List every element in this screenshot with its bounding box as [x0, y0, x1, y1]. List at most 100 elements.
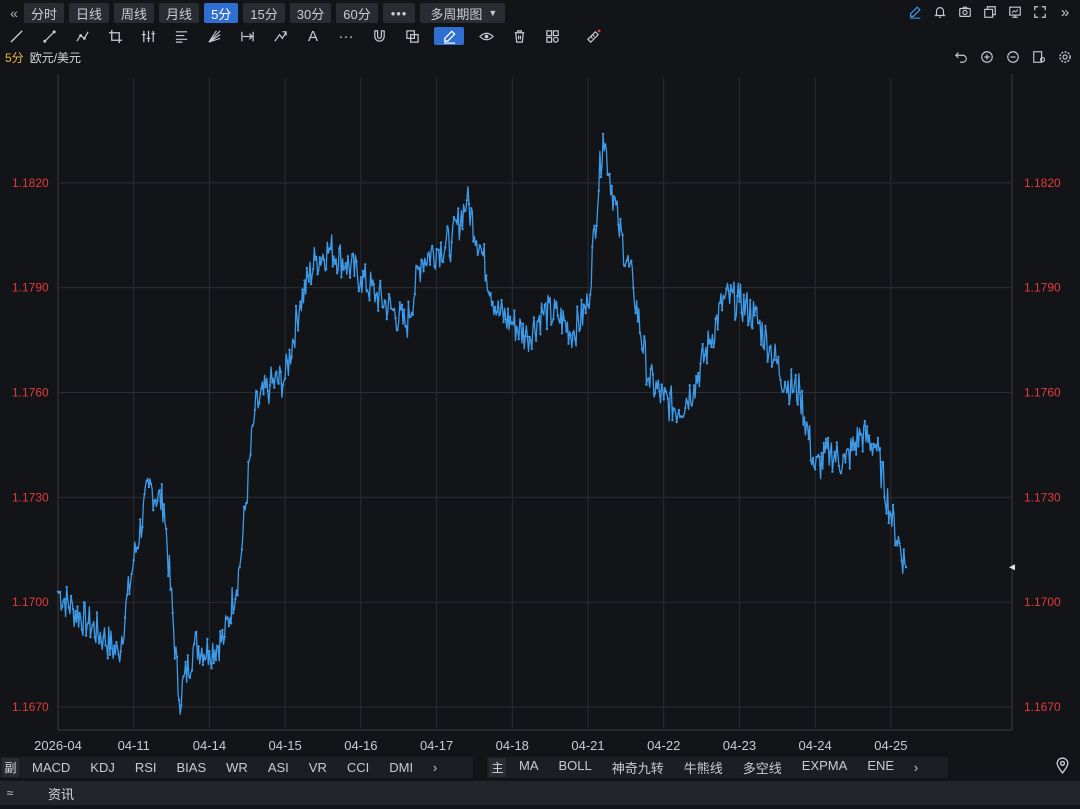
period-button-6[interactable]: 30分 — [289, 3, 332, 23]
trend-arrow-icon[interactable] — [269, 27, 291, 45]
sub-indicator-3[interactable]: BIAS — [177, 760, 207, 775]
price-point — [889, 513, 893, 516]
sub-indicator-6[interactable]: VR — [309, 760, 327, 775]
period-button-1[interactable]: 日线 — [69, 3, 110, 23]
price-point — [493, 305, 497, 309]
price-point — [121, 642, 125, 645]
magnet-icon[interactable] — [368, 27, 390, 45]
price-point — [690, 404, 693, 407]
copy-window-icon[interactable] — [981, 3, 999, 21]
layers-icon[interactable] — [401, 27, 423, 45]
main-indicator-2[interactable]: 神奇九转 — [612, 758, 664, 777]
price-point — [141, 526, 144, 529]
period-button-5[interactable]: 15分 — [243, 3, 285, 23]
price-point — [426, 253, 430, 256]
eye-icon[interactable] — [475, 27, 497, 45]
more-periods-button[interactable]: ••• — [382, 3, 416, 23]
price-point — [240, 548, 244, 551]
sub-next-arrow-icon[interactable]: › — [424, 760, 446, 775]
price-point — [446, 225, 449, 228]
ruler-icon[interactable] — [582, 27, 604, 45]
sub-indicator-1[interactable]: KDJ — [90, 760, 115, 775]
zoom-out-icon[interactable] — [1004, 48, 1022, 66]
ray-tool-icon[interactable] — [38, 27, 60, 45]
price-point — [742, 293, 745, 296]
price-point — [104, 644, 107, 647]
chart-settings-icon[interactable] — [1030, 48, 1048, 66]
text-tool-icon[interactable]: A — [302, 27, 324, 45]
grid-settings-icon[interactable] — [541, 27, 563, 45]
main-indicator-5[interactable]: EXPMA — [802, 758, 848, 777]
price-point — [400, 303, 404, 306]
sub-indicator-7[interactable]: CCI — [347, 760, 369, 775]
fibonacci-tool-icon[interactable] — [170, 27, 192, 45]
sub-indicator-2[interactable]: RSI — [135, 760, 157, 775]
sub-indicator-0[interactable]: MACD — [32, 760, 70, 775]
price-point — [316, 273, 319, 276]
pencil-icon[interactable] — [906, 3, 924, 21]
multi-period-label: 多周期图 — [430, 6, 483, 22]
sub-indicator-8[interactable]: DMI — [389, 760, 413, 775]
multi-period-dropdown[interactable]: 多周期图 ▼ — [420, 3, 506, 23]
period-button-0[interactable]: 分时 — [24, 3, 65, 23]
period-button-7[interactable]: 60分 — [336, 3, 378, 23]
fan-tool-icon[interactable] — [203, 27, 225, 45]
measure-range-icon[interactable] — [236, 27, 258, 45]
price-point — [891, 503, 895, 507]
price-point — [606, 173, 609, 176]
price-point — [673, 408, 676, 411]
period-button-2[interactable]: 周线 — [114, 3, 155, 23]
monitor-icon[interactable] — [1006, 3, 1024, 21]
main-indicator-6[interactable]: ENE — [867, 758, 894, 777]
price-point — [249, 453, 252, 457]
x-tick-label-5: 04-17 — [420, 738, 453, 753]
line-tool-icon[interactable] — [5, 27, 27, 45]
price-point — [454, 219, 458, 222]
price-point — [467, 202, 471, 206]
expand-panel-icon[interactable]: ≈ — [0, 786, 20, 800]
collapse-left-icon[interactable]: « — [4, 5, 24, 21]
gear-icon[interactable] — [1056, 48, 1074, 66]
price-point — [560, 332, 564, 335]
camera-icon[interactable] — [956, 3, 974, 21]
price-point — [331, 265, 334, 268]
trash-icon[interactable] — [508, 27, 530, 45]
crop-tool-icon[interactable] — [104, 27, 126, 45]
expand-right-icon[interactable]: » — [1056, 3, 1074, 21]
bell-icon[interactable] — [931, 3, 949, 21]
price-point — [65, 585, 68, 589]
sub-indicator-5[interactable]: ASI — [268, 760, 289, 775]
main-indicator-0[interactable]: MA — [519, 758, 539, 777]
more-tools-icon[interactable]: ··· — [335, 27, 357, 45]
location-pin-icon[interactable] — [1054, 757, 1072, 775]
price-point — [203, 658, 207, 661]
fullscreen-icon[interactable] — [1031, 3, 1049, 21]
price-point — [785, 391, 789, 394]
zoom-in-icon[interactable] — [978, 48, 996, 66]
main-indicator-4[interactable]: 多空线 — [743, 758, 782, 777]
price-point — [59, 590, 62, 594]
price-point — [67, 606, 71, 609]
price-point — [201, 663, 205, 667]
price-point — [193, 642, 196, 646]
draw-mode-icon[interactable] — [434, 27, 464, 45]
news-tab[interactable]: 资讯 — [48, 784, 74, 803]
period-button-3[interactable]: 月线 — [159, 3, 200, 23]
price-point — [513, 309, 516, 312]
price-point — [303, 279, 306, 282]
period-button-4[interactable]: 5分 — [204, 3, 239, 23]
undo-icon[interactable] — [952, 48, 970, 66]
price-point — [675, 420, 678, 424]
parallel-channel-icon[interactable] — [137, 27, 159, 45]
price-point — [699, 362, 702, 365]
price-chart[interactable]: 1.1670 1.1670 1.1700 1.1700 1.1730 1.1730 1.17… — [0, 74, 1080, 758]
price-point — [126, 593, 129, 597]
path-tool-icon[interactable] — [71, 27, 93, 45]
main-indicator-3[interactable]: 牛熊线 — [684, 758, 723, 777]
price-point — [822, 441, 825, 445]
main-next-arrow-icon[interactable]: › — [905, 760, 927, 775]
price-point — [833, 450, 836, 454]
sub-indicator-4[interactable]: WR — [226, 760, 248, 775]
main-indicator-1[interactable]: BOLL — [559, 758, 592, 777]
price-point — [71, 608, 75, 611]
